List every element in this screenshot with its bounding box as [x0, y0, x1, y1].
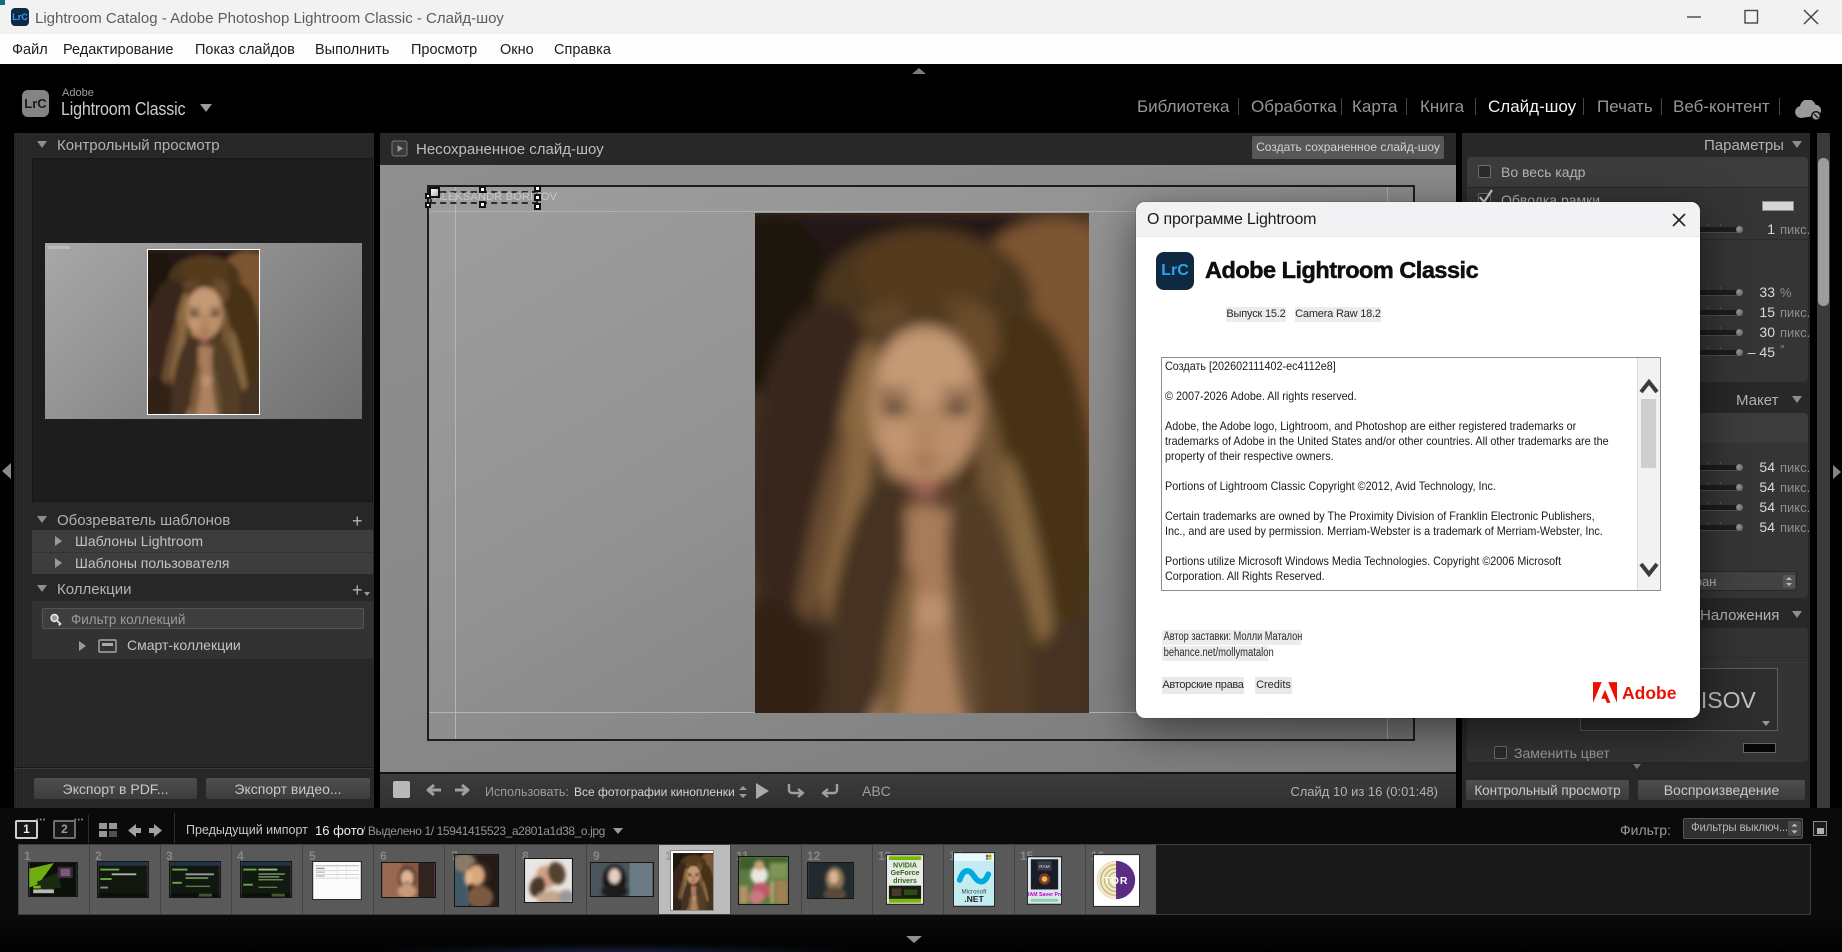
svg-text:drivers: drivers	[893, 877, 917, 885]
svg-text:TOR: TOR	[1104, 875, 1129, 887]
svg-text:RAM Saver Pro: RAM Saver Pro	[1027, 892, 1062, 898]
svg-text:RAM: RAM	[1039, 864, 1050, 869]
svg-text:.NET: .NET	[964, 894, 984, 904]
